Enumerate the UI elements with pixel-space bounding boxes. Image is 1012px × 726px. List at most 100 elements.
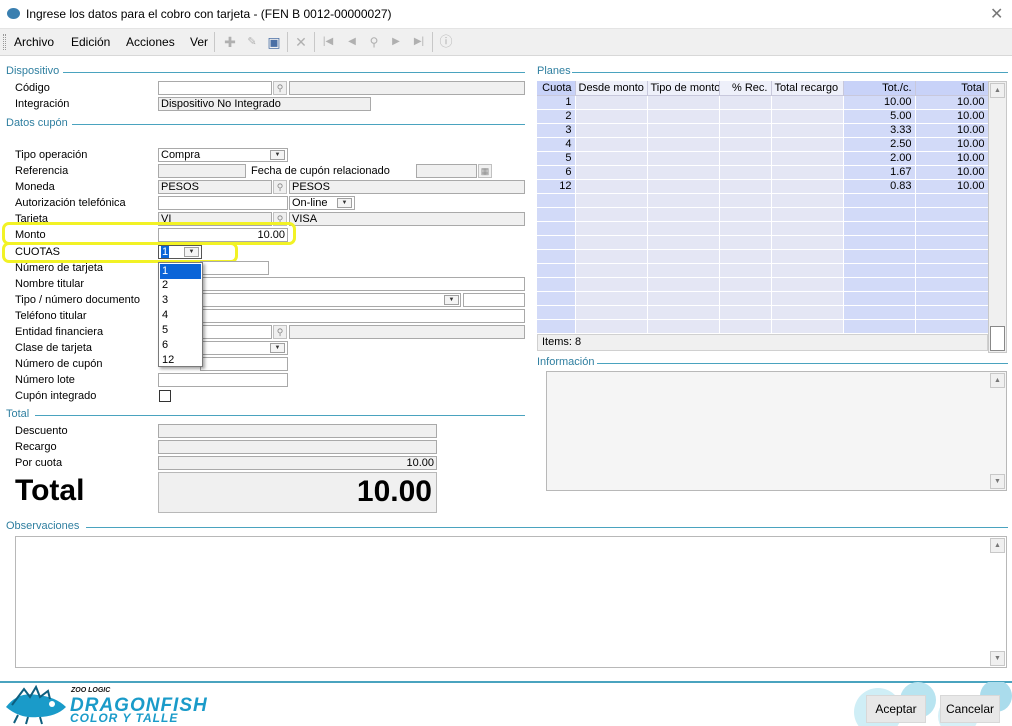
table-cell (843, 305, 916, 320)
table-row-empty[interactable] (537, 319, 989, 334)
tipo-documento-select[interactable] (200, 293, 461, 307)
table-row-empty[interactable] (537, 193, 989, 208)
aceptar-button[interactable]: Aceptar (866, 695, 926, 723)
table-cell (915, 305, 989, 320)
col-header[interactable]: % Rec. (719, 81, 772, 96)
binoculars-icon[interactable]: ⚲ (365, 33, 383, 51)
menu-archivo[interactable]: Archivo (14, 35, 54, 49)
col-header[interactable]: Tipo de monto (647, 81, 720, 96)
menu-acciones[interactable]: Acciones (126, 35, 175, 49)
tipo-operacion-select[interactable]: Compra (158, 148, 288, 162)
menu-edicion[interactable]: Edición (71, 35, 110, 49)
table-cell (647, 95, 720, 110)
codigo-lookup-icon[interactable]: ⚲ (273, 81, 287, 95)
scroll-up-icon[interactable]: ▲ (990, 373, 1005, 388)
add-icon[interactable]: ✚ (221, 33, 239, 51)
table-cell (575, 291, 648, 306)
tipo-operacion-label: Tipo operación (15, 149, 88, 161)
col-header[interactable]: Tot./c. (843, 81, 916, 96)
cuotas-option[interactable]: 4 (160, 308, 201, 323)
numero-tarjeta-field[interactable] (200, 261, 269, 275)
cuotas-option[interactable]: 2 (160, 278, 201, 293)
table-cell (915, 263, 989, 278)
info-icon[interactable]: ⓘ (437, 33, 455, 51)
table-row[interactable]: 5 2.00 10.00 (537, 151, 989, 166)
table-row[interactable]: 2 5.00 10.00 (537, 109, 989, 124)
cuotas-option[interactable]: 12 (160, 353, 201, 368)
window-title: Ingrese los datos para el cobro con tarj… (26, 7, 392, 21)
table-row-empty[interactable] (537, 235, 989, 250)
cuotas-option[interactable]: 3 (160, 293, 201, 308)
chevron-down-icon[interactable]: ▼ (337, 198, 352, 208)
cancelar-button[interactable]: Cancelar (940, 695, 1000, 723)
cuotas-option[interactable]: 5 (160, 323, 201, 338)
table-row-empty[interactable] (537, 277, 989, 292)
table-row[interactable]: 1 10.00 10.00 (537, 95, 989, 110)
numero-documento-field[interactable] (463, 293, 525, 307)
col-header[interactable]: Total recargo (771, 81, 844, 96)
first-record-icon[interactable]: |◀ (319, 33, 337, 51)
logo-zoologic: ZOO LOGIC (71, 687, 111, 694)
previous-record-icon[interactable]: ◀ (343, 33, 361, 51)
table-cell: 3 (537, 123, 576, 138)
table-row[interactable]: 3 3.33 10.00 (537, 123, 989, 138)
save-icon[interactable]: ▣ (265, 33, 283, 51)
menu-ver[interactable]: Ver (190, 35, 208, 49)
observaciones-textarea[interactable] (15, 536, 1007, 668)
table-cell (915, 249, 989, 264)
informacion-textarea[interactable] (546, 371, 1007, 491)
table-row-empty[interactable] (537, 207, 989, 222)
chevron-down-icon[interactable]: ▼ (270, 343, 285, 353)
table-row-empty[interactable] (537, 291, 989, 306)
table-row-empty[interactable] (537, 249, 989, 264)
cuotas-option[interactable]: 1 (160, 264, 201, 279)
table-cell (647, 193, 720, 208)
next-record-icon[interactable]: ▶ (387, 33, 405, 51)
autorizacion-field[interactable] (158, 196, 288, 210)
moneda-lookup-icon[interactable]: ⚲ (273, 180, 287, 194)
table-row[interactable]: 12 0.83 10.00 (537, 179, 989, 194)
table-cell (575, 165, 648, 180)
chevron-down-icon[interactable]: ▼ (444, 295, 459, 305)
scroll-down-icon[interactable]: ▼ (990, 651, 1005, 666)
numero-lote-field[interactable] (158, 373, 288, 387)
scroll-down-icon[interactable]: ▼ (990, 474, 1005, 489)
col-header[interactable]: Desde monto (575, 81, 648, 96)
telefono-field[interactable] (200, 309, 525, 323)
table-cell (915, 319, 989, 334)
col-header[interactable]: Cuota (537, 81, 576, 96)
cuotas-dropdown-list: 1 2 3 4 5 6 12 (158, 262, 203, 367)
table-cell (575, 137, 648, 152)
chevron-down-icon[interactable]: ▼ (184, 247, 199, 257)
total-value: 10.00 (356, 475, 432, 508)
table-cell (575, 221, 648, 236)
col-header[interactable]: Total (915, 81, 989, 96)
scroll-thumb[interactable] (990, 326, 1005, 351)
cupon-integrado-checkbox[interactable] (159, 390, 171, 402)
table-cell (647, 137, 720, 152)
numero-cupon-field[interactable] (200, 357, 288, 371)
codigo-field[interactable] (158, 81, 272, 95)
close-icon[interactable]: ✕ (990, 4, 1003, 24)
table-row[interactable]: 4 2.50 10.00 (537, 137, 989, 152)
entidad-lookup-icon[interactable]: ⚲ (273, 325, 287, 339)
calendar-icon[interactable]: ▦ (478, 164, 492, 178)
table-row[interactable]: 6 1.67 10.00 (537, 165, 989, 180)
delete-icon[interactable]: ✕ (292, 33, 310, 51)
entidad-code-field[interactable] (200, 325, 272, 339)
scroll-up-icon[interactable]: ▲ (990, 538, 1005, 553)
monto-field[interactable]: 10.00 (158, 228, 288, 242)
scroll-up-icon[interactable]: ▲ (990, 83, 1005, 98)
nombre-titular-field[interactable] (200, 277, 525, 291)
table-row-empty[interactable] (537, 221, 989, 236)
table-cell: 12 (537, 179, 576, 194)
table-cell (915, 291, 989, 306)
table-row-empty[interactable] (537, 305, 989, 320)
cuotas-option[interactable]: 6 (160, 338, 201, 353)
last-record-icon[interactable]: ▶| (410, 33, 428, 51)
planes-table: Cuota Desde monto Tipo de monto % Rec. T… (537, 81, 989, 334)
edit-icon[interactable]: ✎ (243, 33, 261, 51)
table-row-empty[interactable] (537, 263, 989, 278)
chevron-down-icon[interactable]: ▼ (270, 150, 285, 160)
planes-scrollbar[interactable] (988, 81, 1007, 353)
